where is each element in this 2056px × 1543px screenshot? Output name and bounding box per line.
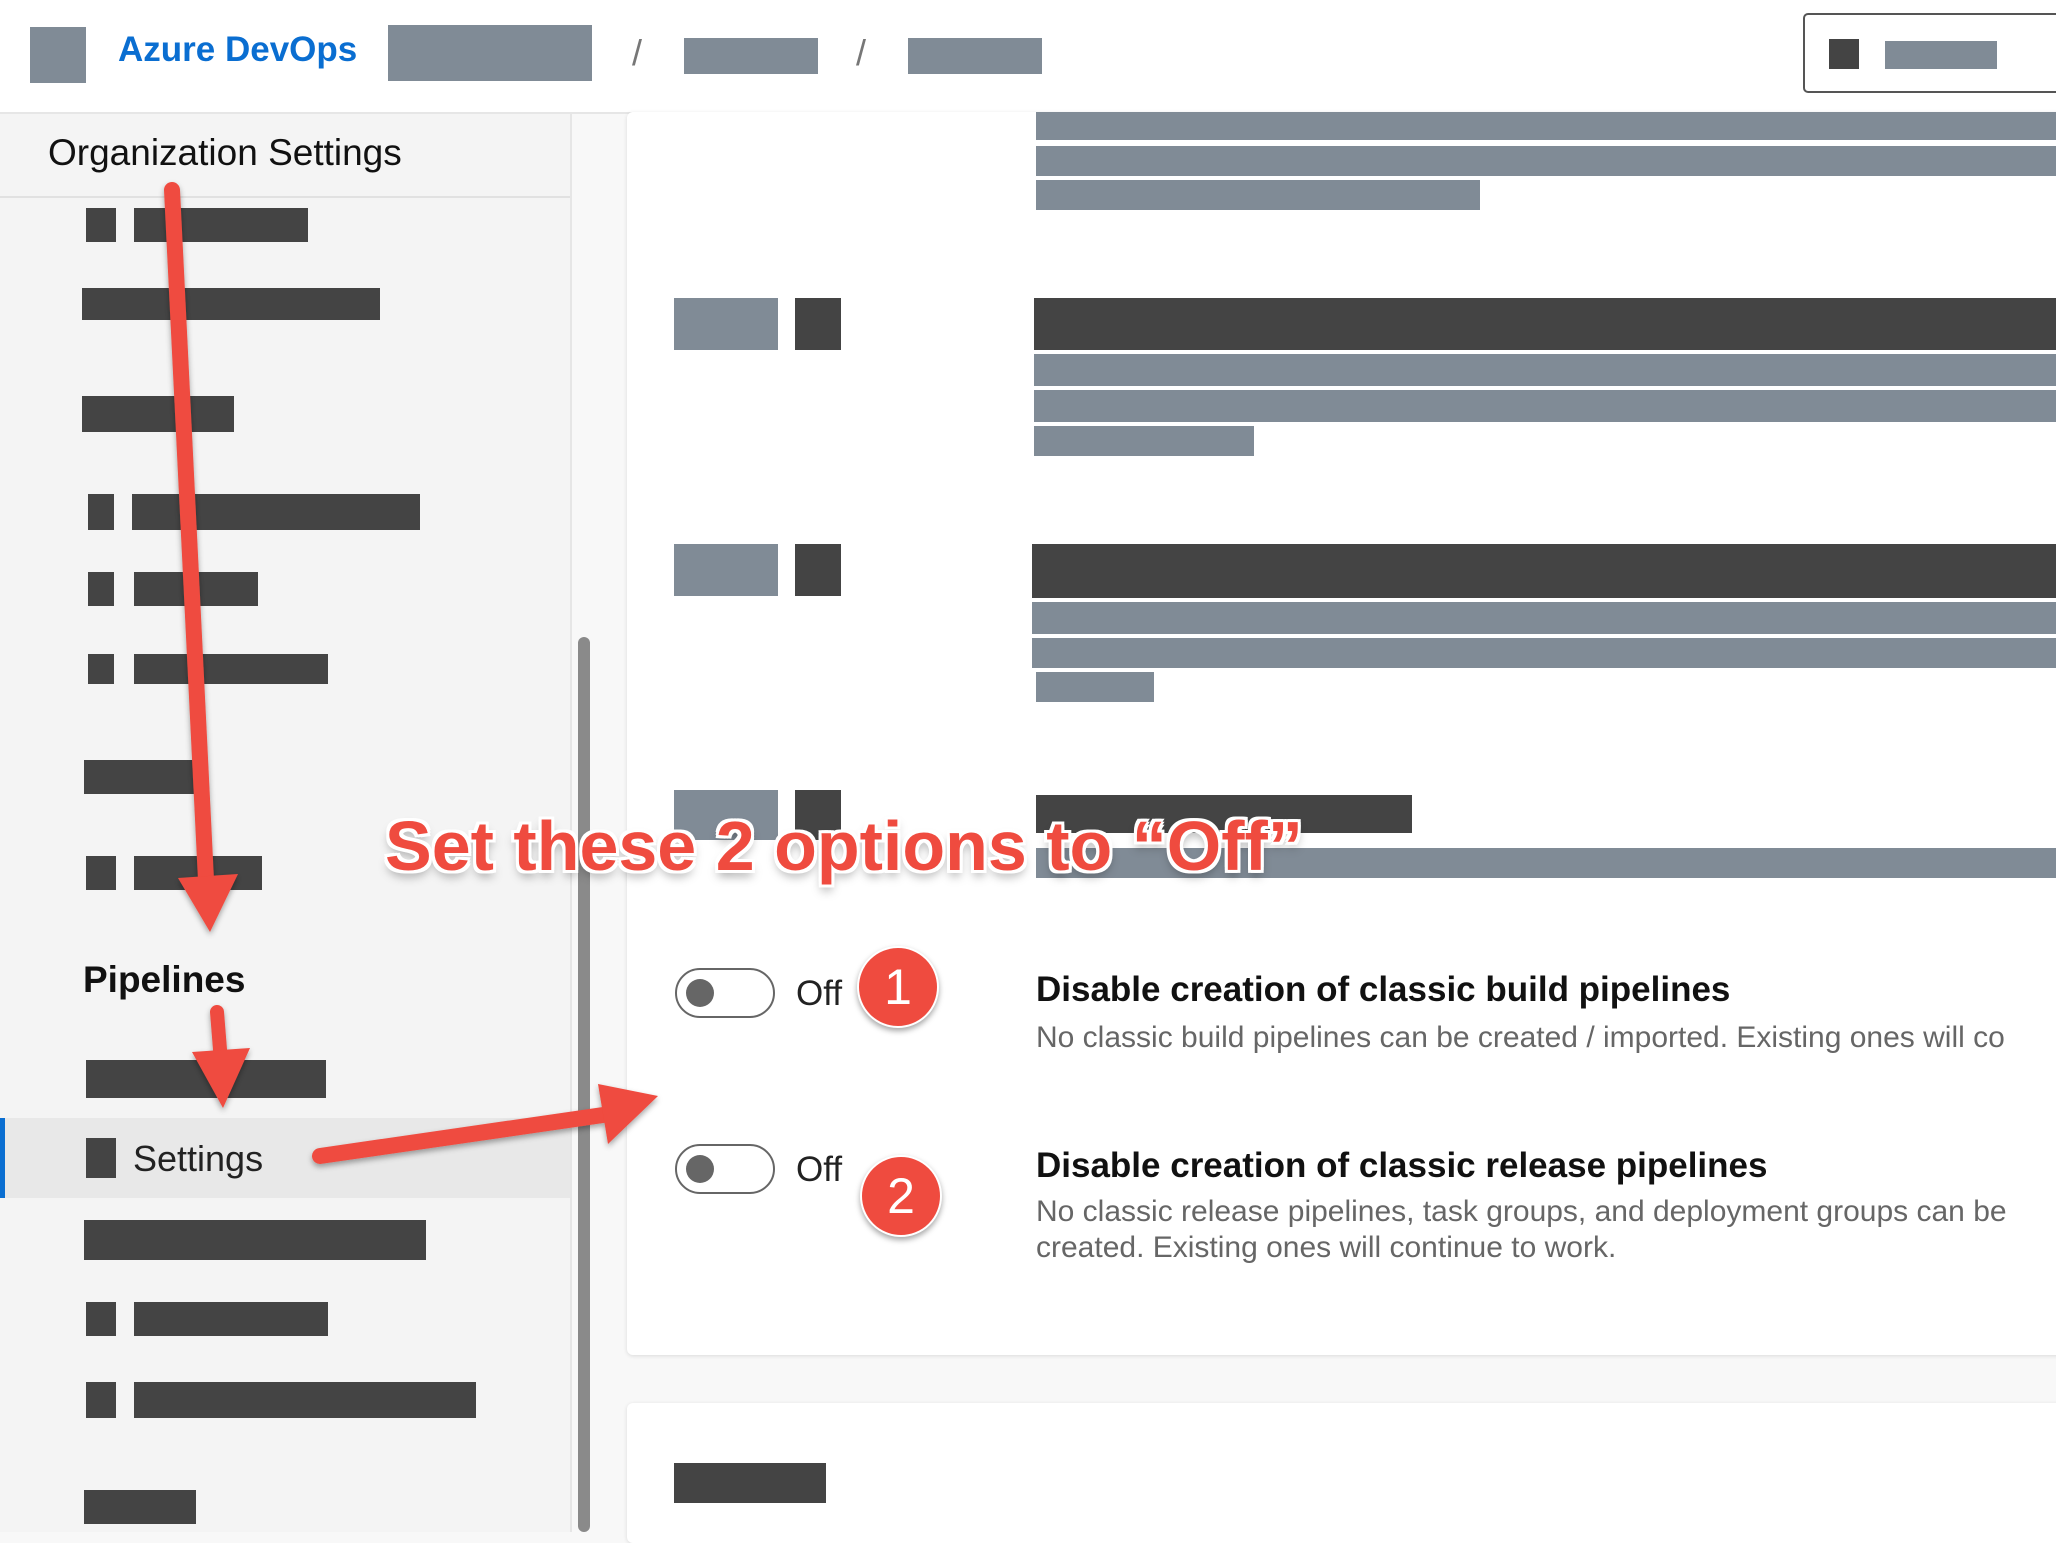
setting-description [1032,602,2056,634]
sidebar-section-pipelines: Pipelines [83,959,246,1000]
next-settings-card [627,1403,2056,1543]
nav-icon [86,1382,116,1418]
breadcrumb-pipelines[interactable] [908,38,1042,74]
sidebar-section-heading [84,1490,196,1524]
nav-icon [86,1302,116,1336]
sidebar-item[interactable] [134,1302,328,1336]
breadcrumb-settings[interactable] [684,38,818,74]
azure-devops-logo-icon[interactable] [30,27,86,83]
classic-build-title: Disable creation of classic build pipeli… [1036,970,1731,1009]
nav-icon [88,572,114,606]
brand-name[interactable]: Azure DevOps [118,30,357,70]
sidebar-item[interactable] [134,856,262,890]
sidebar-item[interactable] [134,572,258,606]
sidebar-title: Organization Settings [48,132,402,173]
classic-release-toggle-state: Off [796,1150,843,1189]
classic-build-toggle[interactable] [675,968,775,1018]
sidebar-item-agent-pools[interactable] [86,1060,326,1098]
sidebar-item-label: Settings [133,1138,264,1179]
selected-indicator [0,1118,5,1198]
classic-release-title: Disable creation of classic release pipe… [1036,1146,1768,1185]
step-badge-1: 1 [857,946,939,1028]
sidebar-section-heading [84,760,194,794]
sidebar-item[interactable] [84,1220,426,1260]
sidebar-section-heading [82,288,380,320]
step-badge-2: 2 [860,1155,942,1237]
search-input[interactable] [1803,13,2056,93]
toggle-knob [686,979,714,1007]
classic-release-toggle[interactable] [675,1144,775,1194]
setting-description [1036,180,1480,210]
search-icon [1829,39,1859,69]
sidebar-item[interactable] [134,1382,476,1418]
search-placeholder [1885,41,1997,69]
setting-description [1036,146,2056,176]
sidebar-item[interactable] [132,494,420,530]
sidebar-section-heading [82,396,234,432]
toggle-state [795,298,841,350]
toggle-knob [686,1155,714,1183]
setting-description [1036,112,2056,140]
setting-description [1034,426,1254,456]
classic-build-description: No classic build pipelines can be create… [1036,1021,2005,1054]
divider [0,196,570,198]
sidebar-item-settings[interactable]: Settings [0,1118,570,1198]
section-heading [674,1463,826,1503]
toggle-state [795,544,841,596]
sidebar-scrollbar[interactable] [578,637,590,1532]
setting-description [1036,672,1154,702]
setting-title [1032,544,2056,598]
gear-icon [86,1138,116,1178]
breadcrumb-organization[interactable] [388,25,592,81]
nav-icon [88,654,114,684]
nav-icon [86,856,116,890]
top-bar: Azure DevOps / / [0,0,2056,114]
nav-icon [88,494,114,530]
annotation-callout: Set these 2 options to “Off” [385,807,1303,885]
sidebar-item[interactable] [134,654,328,684]
setting-description [1034,354,2056,386]
breadcrumb-separator: / [632,32,643,73]
classic-release-description: No classic release pipelines, task group… [1036,1195,2007,1264]
breadcrumb-separator: / [856,32,867,73]
setting-description [1032,638,2056,668]
classic-build-toggle-state: Off [796,974,843,1013]
setting-description [1034,390,2056,422]
nav-icon [86,208,116,242]
toggle-switch[interactable] [674,544,778,596]
pipeline-settings-card: Off Disable creation of classic build pi… [627,112,2056,1355]
setting-title [1034,298,2056,350]
toggle-switch[interactable] [674,298,778,350]
sidebar-item-overview[interactable] [134,208,308,242]
